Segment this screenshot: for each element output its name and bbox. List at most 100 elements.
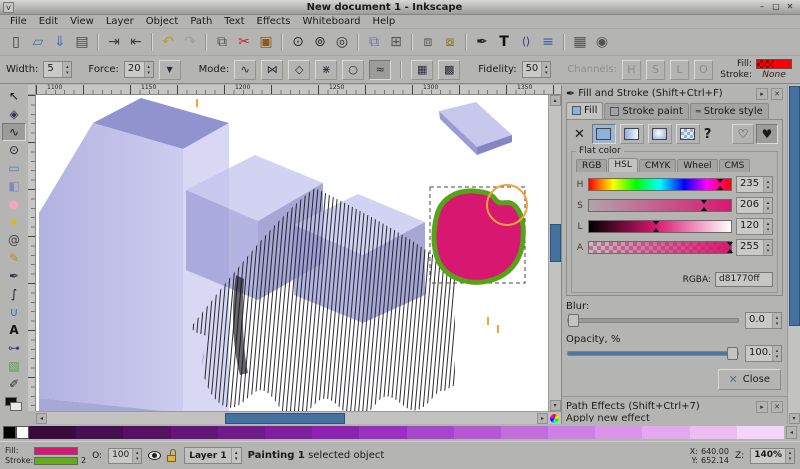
blur-slider-thumb[interactable]: [568, 314, 579, 327]
palette-swatch[interactable]: [501, 426, 548, 439]
lightness-spinbox[interactable]: 120 ▴▾: [736, 218, 773, 235]
paint-flat-button[interactable]: [592, 124, 616, 144]
cut-button[interactable]: ✂: [233, 31, 255, 53]
palette-swatch[interactable]: [595, 426, 642, 439]
duplicate-button[interactable]: ⧉: [363, 31, 385, 53]
palette-swatch[interactable]: [359, 426, 406, 439]
lightness-slider-marker[interactable]: [653, 221, 659, 225]
hue-slider[interactable]: [588, 178, 732, 191]
palette-swatch[interactable]: [454, 426, 501, 439]
node-tool-button[interactable]: ◈: [2, 105, 26, 123]
paint-linear-gradient-button[interactable]: [620, 124, 644, 144]
vertical-ruler[interactable]: [28, 95, 36, 411]
blur-slider[interactable]: [567, 318, 739, 323]
tweak-tool-button[interactable]: ∿: [2, 123, 26, 141]
save-document-button[interactable]: ⇓: [49, 31, 71, 53]
menu-view[interactable]: View: [64, 16, 100, 27]
fill-color-swatch[interactable]: [756, 59, 792, 69]
rectangle-tool-button[interactable]: ▭: [2, 159, 26, 177]
rgba-input[interactable]: d81770ff: [715, 272, 773, 287]
open-document-button[interactable]: ▱: [27, 31, 49, 53]
tab-hsl[interactable]: HSL: [608, 158, 638, 172]
fill-stroke-dialog-button[interactable]: ✒: [471, 31, 493, 53]
use-pressure-button[interactable]: ▼: [159, 60, 181, 80]
dropper-tool-button[interactable]: ✐: [2, 375, 26, 393]
group-button[interactable]: ⧈: [417, 31, 439, 53]
dock-titlebar[interactable]: ✒ Fill and Stroke (Shift+Ctrl+F) ▸ ✕: [566, 87, 783, 100]
menu-file[interactable]: File: [4, 16, 33, 27]
clone-button[interactable]: ⊞: [385, 31, 407, 53]
menu-whiteboard[interactable]: Whiteboard: [297, 16, 367, 27]
palette-swatch[interactable]: [123, 426, 170, 439]
zoom-selection-button[interactable]: ⊚: [309, 31, 331, 53]
vertical-scroll-thumb[interactable]: [550, 224, 561, 262]
menu-layer[interactable]: Layer: [100, 16, 140, 27]
redo-button[interactable]: ↷: [179, 31, 201, 53]
layer-lock-icon[interactable]: [167, 449, 178, 462]
paint-radial-gradient-button[interactable]: [648, 124, 672, 144]
scroll-up-icon[interactable]: ▴: [550, 95, 561, 106]
panel-scroll-down-icon[interactable]: ▾: [789, 413, 800, 424]
opacity-spin-arrows[interactable]: ▴▾: [772, 346, 781, 361]
menu-help[interactable]: Help: [366, 16, 401, 27]
dock-close-icon[interactable]: ✕: [771, 88, 783, 100]
palette-scroll-icon[interactable]: ◂: [786, 426, 797, 439]
toolbox-fill-stroke-swatch[interactable]: [5, 397, 23, 411]
maximize-button[interactable]: □: [769, 2, 783, 13]
opacity-spinbox[interactable]: 100.0 ▴▾: [745, 345, 782, 362]
spiral-tool-button[interactable]: @: [2, 231, 26, 249]
tab-fill[interactable]: Fill: [566, 102, 603, 119]
palette-swatch[interactable]: [407, 426, 454, 439]
selector-tool-button[interactable]: ↖: [2, 87, 26, 105]
palette-swatch[interactable]: [218, 426, 265, 439]
force-spin-arrows[interactable]: ▴▾: [144, 62, 153, 77]
mode-push-button[interactable]: ∿: [234, 60, 256, 80]
fidelity-spin-arrows[interactable]: ▴▾: [541, 62, 550, 77]
star-tool-button[interactable]: ★: [2, 213, 26, 231]
tab-stroke-paint[interactable]: Stroke paint: [604, 103, 689, 119]
palette-swatch[interactable]: [737, 426, 784, 439]
alpha-spinbox[interactable]: 255 ▴▾: [736, 239, 773, 256]
box3d-tool-button[interactable]: ◧: [2, 177, 26, 195]
alpha-spin-arrows[interactable]: ▴▾: [763, 240, 772, 255]
palette-swatch[interactable]: [642, 426, 689, 439]
tab-wheel[interactable]: Wheel: [677, 159, 717, 172]
opacity-slider-thumb[interactable]: [727, 347, 738, 360]
palette-swatch[interactable]: [312, 426, 359, 439]
small-3d-box[interactable]: [439, 102, 512, 155]
gradient-tool-button[interactable]: ▧: [2, 357, 26, 375]
menu-path[interactable]: Path: [184, 16, 218, 27]
paint-unknown-button[interactable]: ?: [704, 127, 712, 142]
hue-spin-arrows[interactable]: ▴▾: [763, 177, 772, 192]
palette-swatch[interactable]: [76, 426, 123, 439]
text-dialog-button[interactable]: T: [493, 31, 515, 53]
color-management-corner[interactable]: [548, 412, 561, 425]
lightness-spin-arrows[interactable]: ▴▾: [763, 219, 772, 234]
export-button[interactable]: ⇤: [125, 31, 147, 53]
fidelity-spinbox[interactable]: 50 ▴▾: [522, 61, 552, 78]
paint-bucket-tool-button[interactable]: ∪: [2, 303, 26, 321]
channel-l-button[interactable]: L: [670, 60, 689, 80]
copy-button[interactable]: ⧉: [211, 31, 233, 53]
style-indicator[interactable]: Fill: 2 Stroke: 2: [5, 446, 86, 465]
hue-slider-marker[interactable]: [717, 179, 723, 183]
saturation-spinbox[interactable]: 206 ▴▾: [736, 197, 773, 214]
text-tool-button[interactable]: A: [2, 321, 26, 339]
panel-scroll-thumb[interactable]: [789, 86, 800, 326]
connector-tool-button[interactable]: ⊶: [2, 339, 26, 357]
mode-color-paint-button[interactable]: ▦: [411, 60, 433, 80]
statusbar-stroke-swatch[interactable]: [34, 457, 78, 465]
channel-s-button[interactable]: S: [646, 60, 665, 80]
new-document-button[interactable]: ▯: [5, 31, 27, 53]
mode-blur-button[interactable]: ○: [342, 60, 364, 80]
pen-tool-button[interactable]: ✒: [2, 267, 26, 285]
dock-detach-icon[interactable]: ▸: [756, 88, 768, 100]
layer-selector[interactable]: Layer 1 ▴▾: [184, 447, 241, 464]
align-dialog-button[interactable]: ≡: [537, 31, 559, 53]
window-menu-icon[interactable]: v: [3, 2, 14, 13]
canvas-horizontal-scrollbar[interactable]: ◂ ▸: [36, 411, 561, 424]
tab-rgb[interactable]: RGB: [576, 159, 607, 172]
palette-swatch[interactable]: [265, 426, 312, 439]
titlebar[interactable]: v New document 1 - Inkscape – □ ✕: [0, 0, 800, 15]
menu-effects[interactable]: Effects: [251, 16, 297, 27]
